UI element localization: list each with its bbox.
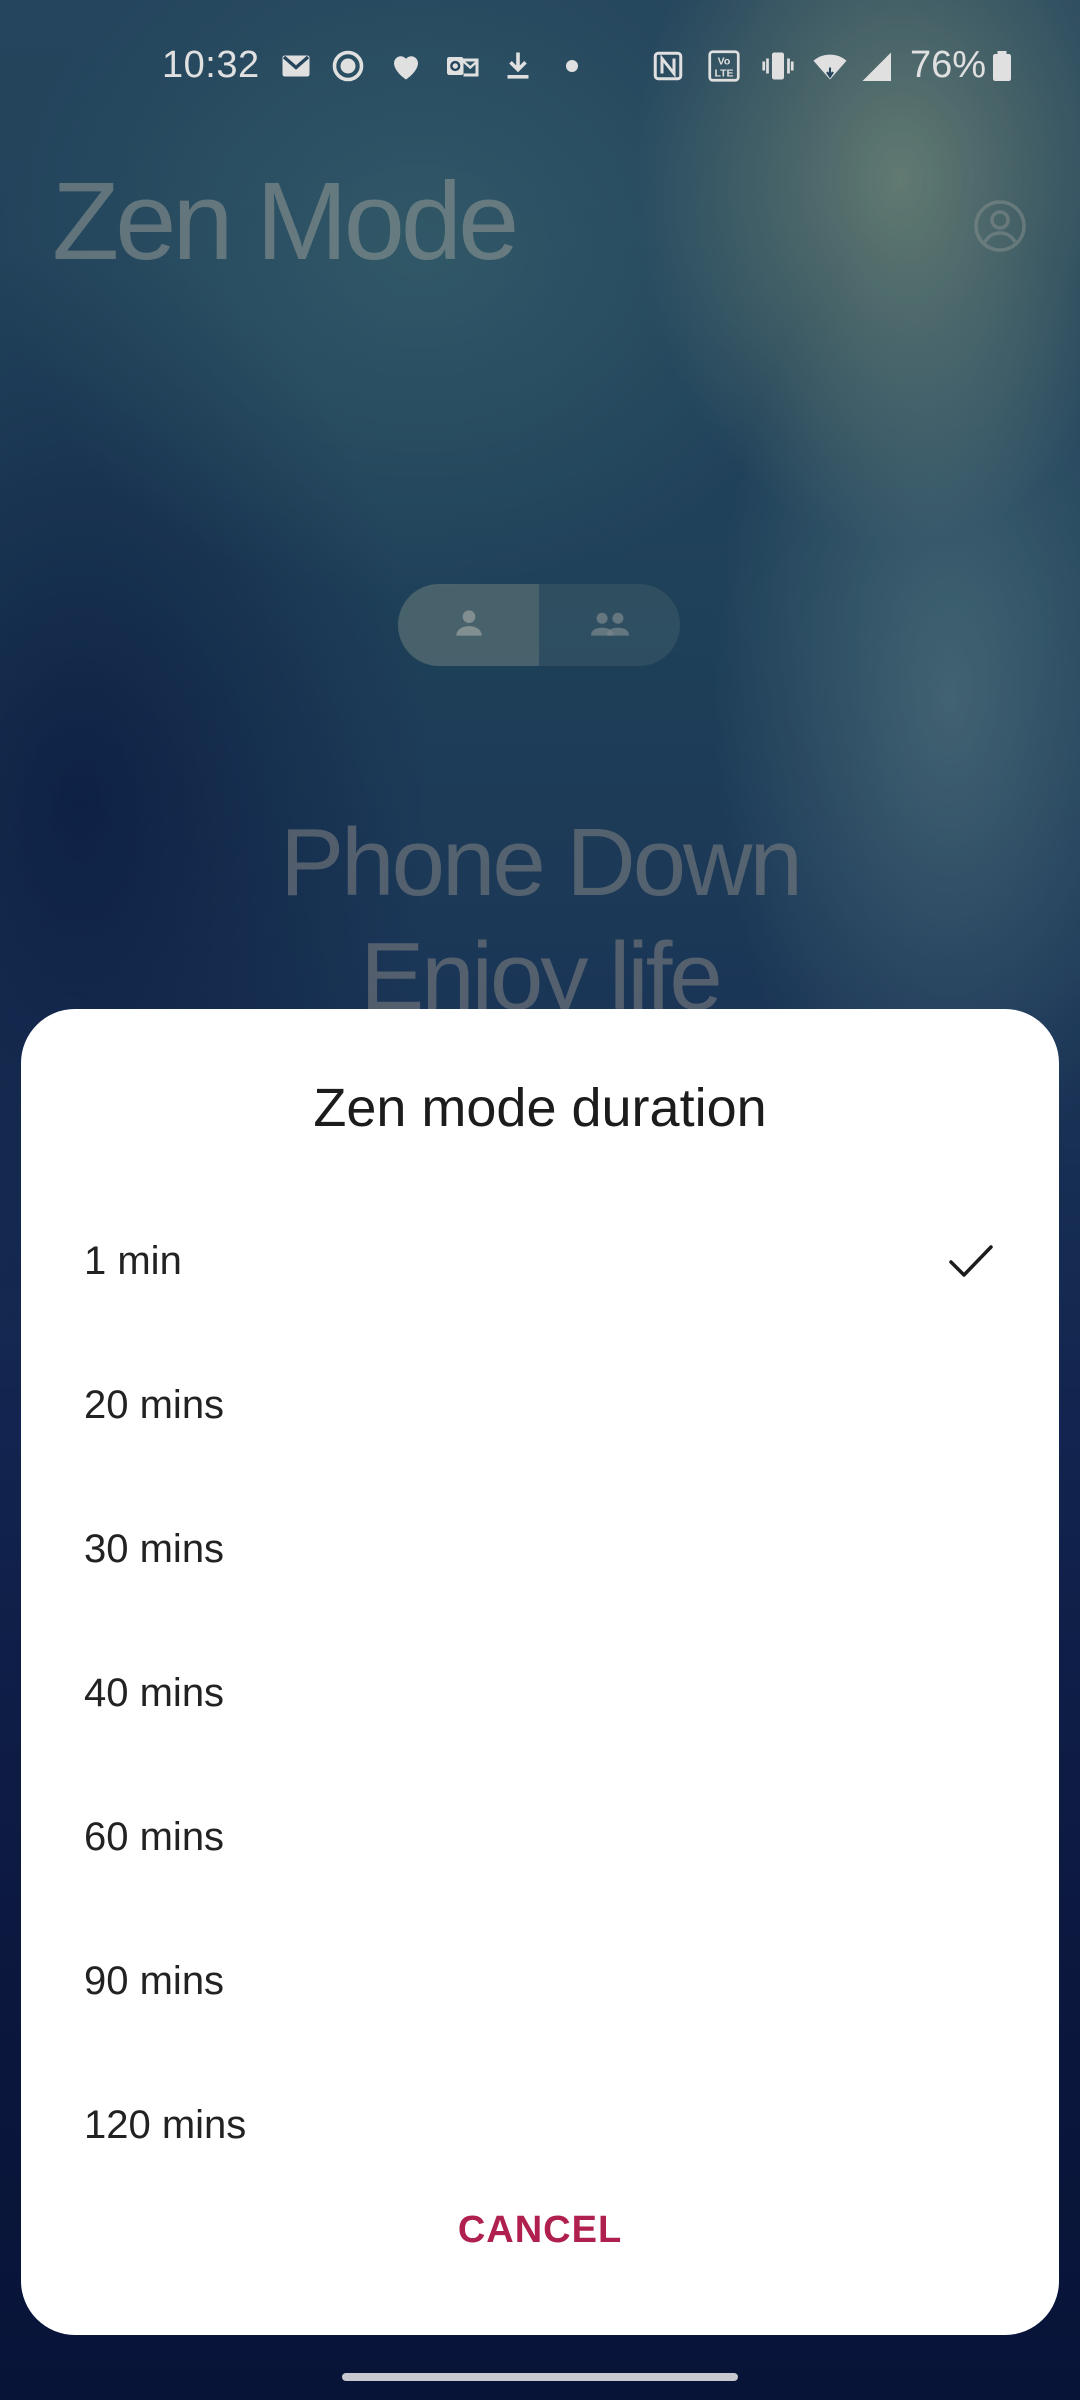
duration-option-90-mins[interactable]: 90 mins [21,1909,1059,2053]
option-label: 60 mins [84,1814,225,1859]
option-label: 90 mins [84,1958,225,2003]
duration-option-30-mins[interactable]: 30 mins [21,1477,1059,1621]
option-label: 40 mins [84,1670,225,1715]
option-label: 20 mins [84,1382,225,1427]
duration-dialog: Zen mode duration 1 min 20 mins 30 mins … [21,1009,1059,2335]
duration-option-40-mins[interactable]: 40 mins [21,1621,1059,1765]
cancel-button[interactable]: CANCEL [21,2209,1059,2252]
duration-option-60-mins[interactable]: 60 mins [21,1765,1059,1909]
dialog-title: Zen mode duration [313,1078,767,1138]
duration-option-120-mins[interactable]: 120 mins [21,2053,1059,2197]
option-label: 1 min [84,1238,182,1283]
zen-mode-screen: 10:32 Vo LTE 76% Zen Mode Phone Down Enj… [0,0,1080,2400]
duration-option-20-mins[interactable]: 20 mins [21,1333,1059,1477]
home-indicator[interactable] [342,2373,738,2381]
duration-option-1-min[interactable]: 1 min [21,1189,1059,1333]
option-label: 30 mins [84,1526,225,1571]
option-label: 120 mins [84,2102,247,2147]
check-icon [945,1235,997,1287]
